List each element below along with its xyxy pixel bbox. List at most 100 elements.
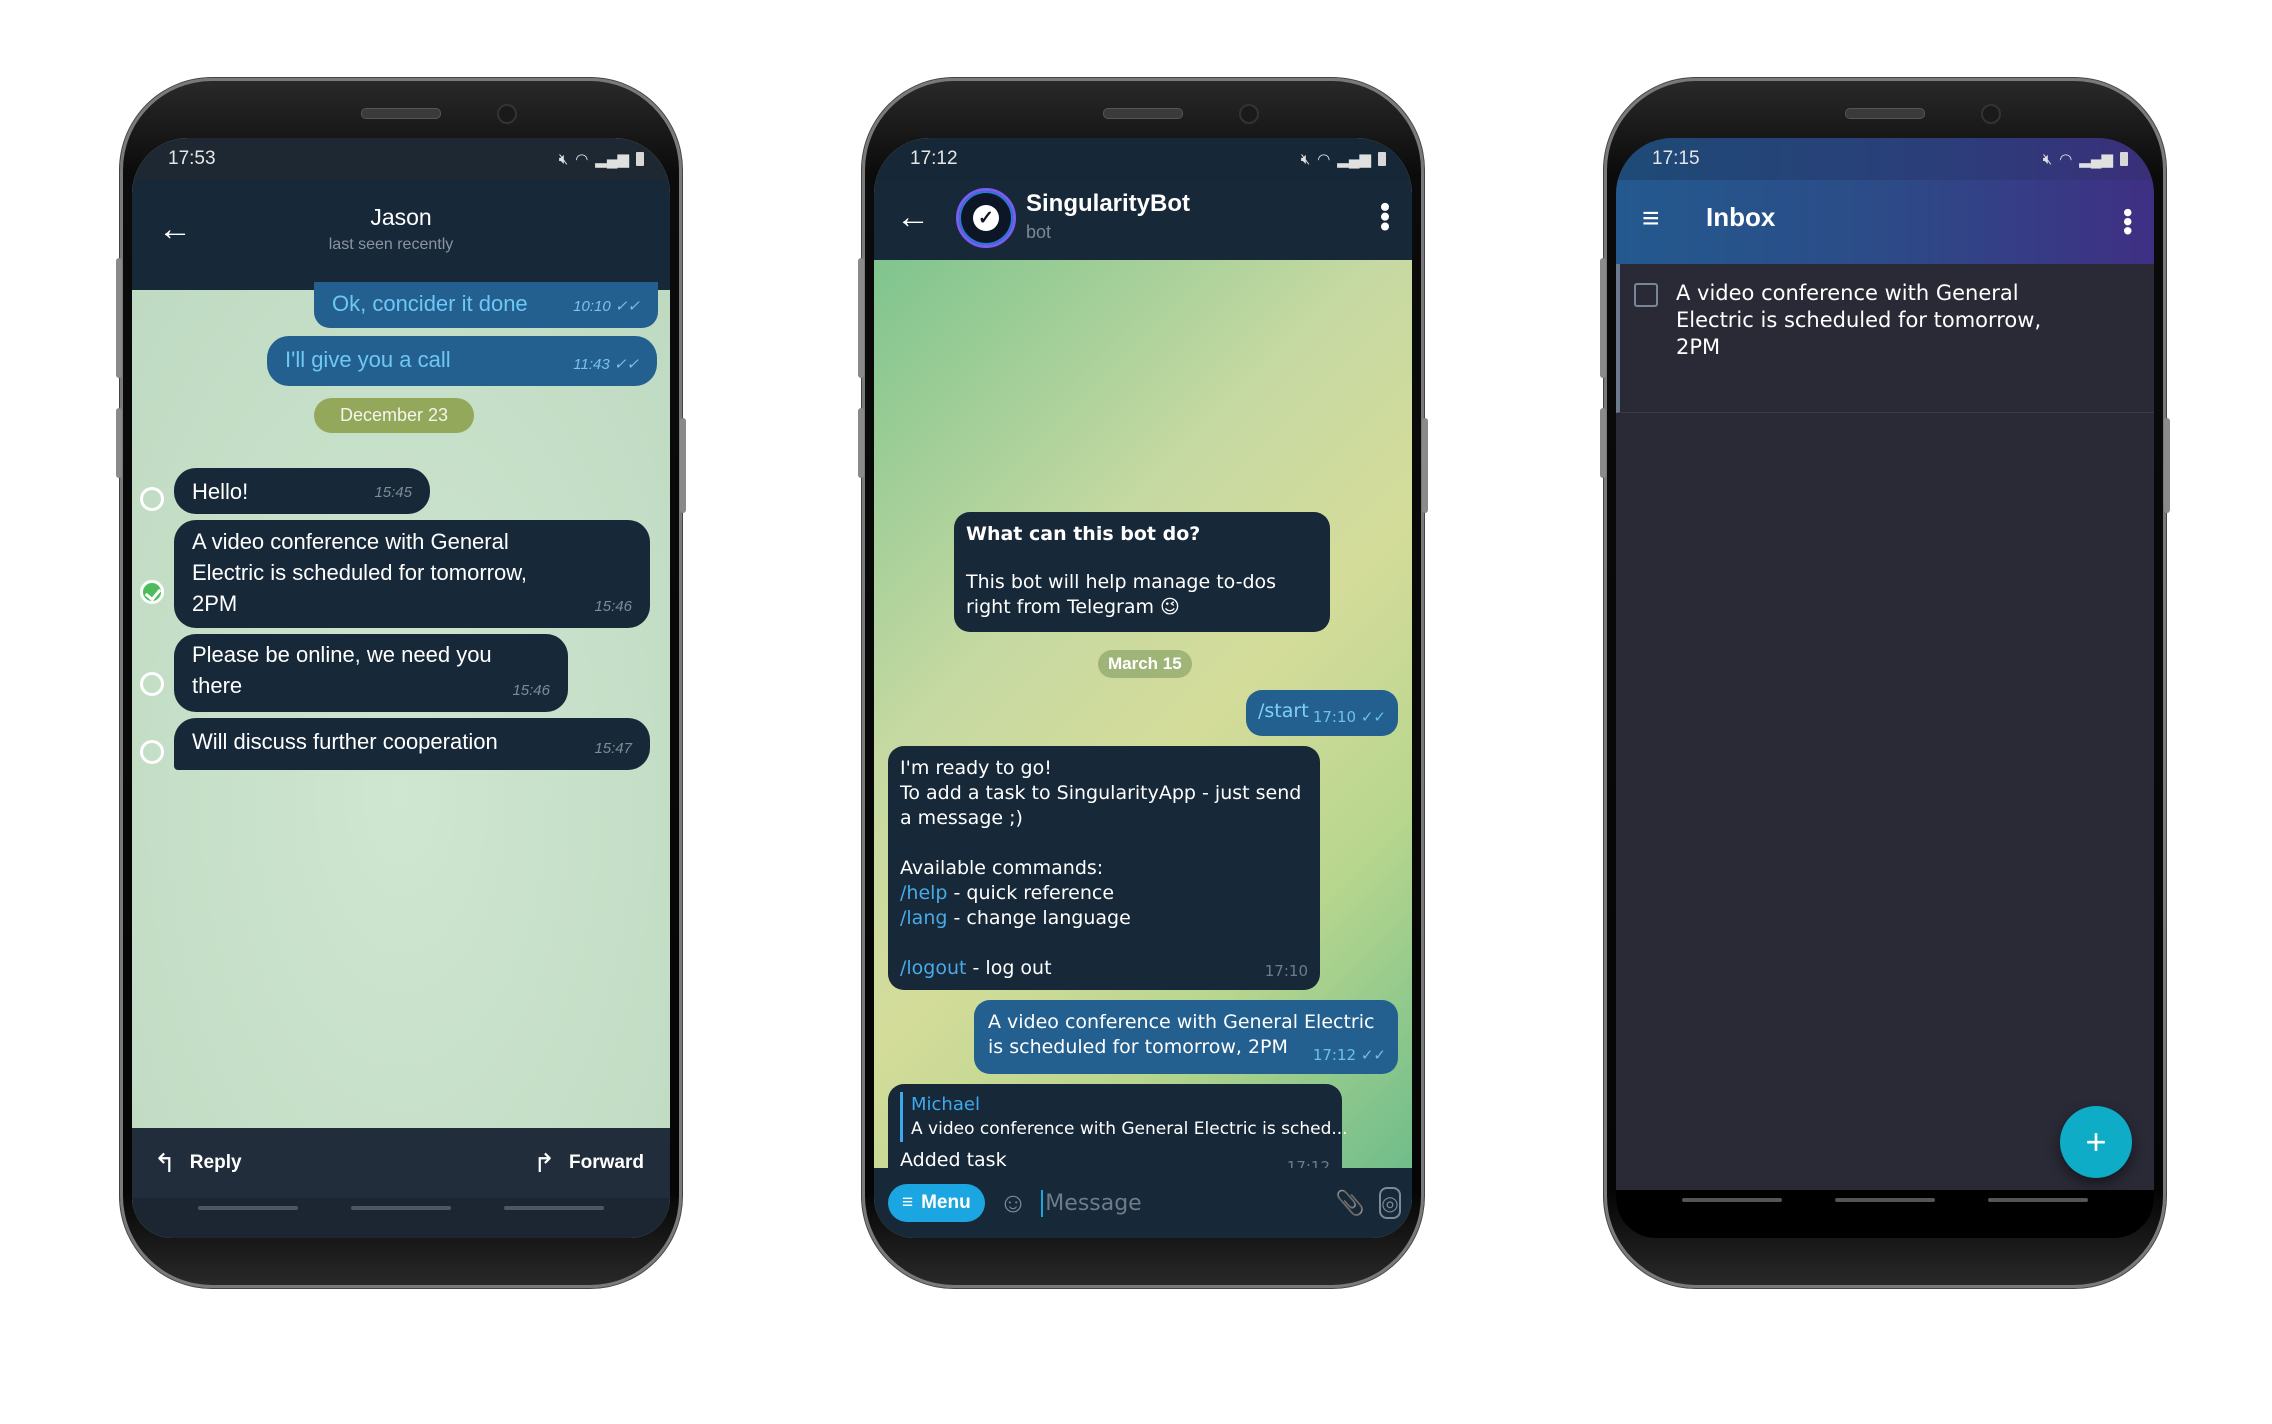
earpiece-speaker: [361, 108, 441, 119]
task-checkbox[interactable]: [1634, 283, 1658, 307]
bixby-button: [1600, 408, 1606, 478]
volume-button: [858, 258, 864, 378]
screen: 17:53 🔇︎ ◠ ▂▄▆ ← Jason last seen recentl…: [132, 138, 670, 1238]
message-time: 17:12 ✓✓: [1312, 1046, 1386, 1064]
camera-icon[interactable]: ◎: [1379, 1187, 1401, 1219]
message-time: 10:10 ✓✓: [573, 298, 640, 315]
mute-icon: 🔇︎: [2042, 150, 2053, 168]
select-radio[interactable]: [140, 487, 164, 511]
forward-icon: ↱: [533, 1147, 556, 1178]
message-input[interactable]: [1041, 1189, 1322, 1217]
wifi-icon: ◠: [1317, 151, 1331, 168]
system-nav-bar: [132, 1198, 670, 1238]
message-outgoing[interactable]: A video conference with General Electric…: [974, 1000, 1398, 1074]
status-bar: 17:15 🔇︎ ◠ ▂▄▆: [1616, 138, 2154, 180]
wifi-icon: ◠: [2059, 151, 2073, 168]
nav-home[interactable]: [1834, 1198, 1935, 1202]
task-item[interactable]: A video conference with General Electric…: [1616, 264, 2154, 413]
screen: 17:15 🔇︎ ◠ ▂▄▆ ≡ Inbox ••• A video confe…: [1616, 138, 2154, 1238]
message-incoming[interactable]: Please be online, we need you there 15:4…: [174, 634, 568, 712]
nav-recent[interactable]: [1682, 1198, 1783, 1202]
reply-button[interactable]: ↰ Reply: [154, 1148, 242, 1179]
signal-icon: ▂▄▆: [1337, 151, 1371, 168]
message-time: 15:45: [374, 484, 412, 501]
message-time: 17:10 ✓✓: [1312, 708, 1386, 726]
reply-icon: ↰: [154, 1147, 176, 1178]
message-outgoing[interactable]: /start 17:10 ✓✓: [1246, 690, 1398, 736]
nav-back[interactable]: [1987, 1198, 2088, 1202]
command-lang: /lang - change language: [900, 907, 1131, 929]
emoji-icon[interactable]: ☺: [999, 1187, 1028, 1219]
text-line: To add a task to SingularityApp - just s…: [900, 782, 1302, 829]
front-camera-icon: [1981, 104, 2001, 124]
text-line: I'm ready to go!: [900, 757, 1052, 779]
bot-name[interactable]: SingularityBot: [1026, 190, 1190, 218]
bot-menu-button[interactable]: ≡ Menu: [888, 1184, 985, 1222]
help-command-link[interactable]: /help: [900, 882, 947, 904]
power-button: [1422, 418, 1428, 513]
double-check-icon: ✓✓: [1360, 708, 1386, 726]
nav-home[interactable]: [350, 1206, 451, 1210]
front-camera-icon: [497, 104, 517, 124]
nav-back[interactable]: [503, 1206, 604, 1210]
nav-recent[interactable]: [198, 1206, 299, 1210]
lang-command-link[interactable]: /lang: [900, 907, 947, 929]
power-button: [2164, 418, 2170, 513]
intro-title: What can this bot do?: [966, 523, 1201, 545]
logout-command-link[interactable]: /logout: [900, 957, 966, 979]
phone-telegram-chat: 17:53 🔇︎ ◠ ▂▄▆ ← Jason last seen recentl…: [116, 78, 686, 1288]
message-text: Will discuss further cooperation: [192, 729, 498, 754]
double-check-icon: ✓✓: [614, 298, 640, 315]
more-options-icon[interactable]: •••: [1370, 202, 1401, 231]
battery-icon: [1378, 152, 1386, 166]
command-logout: /logout - log out: [900, 957, 1052, 979]
status-icons: 🔇︎ ◠ ▂▄▆: [2043, 150, 2128, 168]
checkmark-icon: ✓: [973, 205, 999, 231]
contact-name[interactable]: Jason: [132, 204, 670, 231]
quoted-message[interactable]: Michael A video conference with General …: [900, 1092, 1348, 1142]
earpiece-speaker: [1845, 108, 1925, 119]
select-radio-checked[interactable]: [140, 580, 164, 604]
message-time: 15:46: [594, 598, 632, 615]
status-bar: 17:53 🔇︎ ◠ ▂▄▆: [132, 138, 670, 180]
selection-action-bar: ↰ Reply ↱ Forward: [132, 1128, 670, 1198]
select-radio[interactable]: [140, 740, 164, 764]
double-check-icon: ✓✓: [613, 356, 639, 373]
add-task-fab[interactable]: +: [2060, 1106, 2132, 1178]
attach-paperclip-icon[interactable]: 📎: [1335, 1189, 1365, 1218]
double-check-icon: ✓✓: [1360, 1046, 1386, 1064]
battery-icon: [2120, 152, 2128, 166]
battery-icon: [636, 152, 644, 166]
forward-button[interactable]: ↱ Forward: [533, 1148, 644, 1179]
mute-icon: 🔇︎: [1300, 150, 1311, 168]
back-arrow-icon[interactable]: ←: [896, 198, 930, 237]
volume-button: [116, 258, 122, 378]
phone-todo-app: 17:15 🔇︎ ◠ ▂▄▆ ≡ Inbox ••• A video confe…: [1600, 78, 2170, 1288]
status-icons: 🔇︎ ◠ ▂▄▆: [559, 150, 644, 168]
menu-label: Menu: [921, 1192, 971, 1213]
front-camera-icon: [1239, 104, 1259, 124]
intro-body: This bot will help manage to-dos right f…: [966, 571, 1277, 618]
message-incoming[interactable]: Hello! 15:45: [174, 468, 430, 514]
volume-button: [1600, 258, 1606, 378]
more-options-icon[interactable]: •••: [2113, 208, 2143, 235]
hamburger-menu-icon[interactable]: ≡: [1642, 202, 1660, 236]
system-nav-bar: [1616, 1190, 2154, 1238]
message-incoming[interactable]: I'm ready to go! To add a task to Singul…: [888, 746, 1320, 990]
message-time: 17:10: [1264, 962, 1308, 980]
bot-avatar[interactable]: ✓: [956, 188, 1016, 248]
message-outgoing[interactable]: I'll give you a call 11:43 ✓✓: [267, 336, 657, 386]
screen: 17:12 🔇︎ ◠ ▂▄▆ ← ✓ SingularityBot bot ••…: [874, 138, 1412, 1238]
hamburger-icon: ≡: [902, 1192, 914, 1213]
message-incoming[interactable]: Will discuss further cooperation 15:47: [174, 718, 650, 770]
select-radio[interactable]: [140, 672, 164, 696]
message-incoming-selected[interactable]: A video conference with General Electric…: [174, 520, 650, 628]
signal-icon: ▂▄▆: [2079, 151, 2113, 168]
message-outgoing[interactable]: Ok, concider it done 10:10 ✓✓: [314, 282, 658, 328]
bot-intro-card: What can this bot do? This bot will help…: [954, 512, 1330, 632]
message-composer: ≡ Menu ☺ 📎 ◎: [874, 1168, 1412, 1238]
message-text: Ok, concider it done: [332, 291, 528, 316]
message-text: I'll give you a call: [285, 347, 451, 372]
chat-header: ← ✓ SingularityBot bot •••: [874, 180, 1412, 260]
message-text: /start: [1258, 700, 1309, 722]
